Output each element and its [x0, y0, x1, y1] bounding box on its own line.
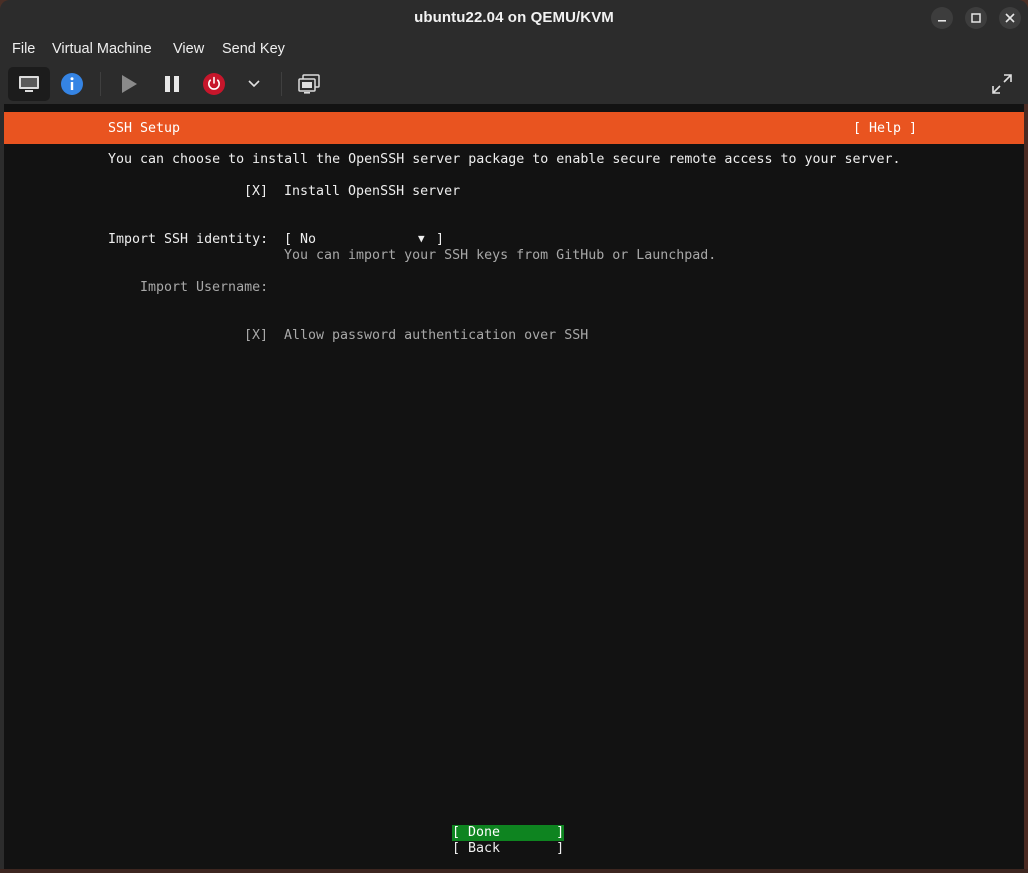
- console-view-button[interactable]: [8, 67, 50, 101]
- maximize-icon: [971, 13, 981, 23]
- intro-text: You can choose to install the OpenSSH se…: [108, 152, 901, 167]
- shutdown-button[interactable]: [201, 67, 227, 101]
- desktop-background: [0, 869, 1028, 873]
- vm-window: ubuntu22.04 on QEMU/KVM File Virtual Mac…: [0, 0, 1028, 873]
- menu-virtual-machine[interactable]: Virtual Machine: [52, 41, 152, 57]
- password-auth-checkbox[interactable]: [X]: [244, 328, 268, 344]
- info-icon: [61, 73, 83, 95]
- desktop-background: [1024, 104, 1028, 873]
- power-icon: [203, 73, 225, 95]
- help-button[interactable]: [ Help ]: [853, 121, 917, 137]
- toolbar-separator: [100, 72, 101, 96]
- toolbar: [0, 64, 1028, 104]
- run-button[interactable]: [117, 67, 141, 101]
- close-button[interactable]: [999, 7, 1021, 29]
- chevron-down-icon: [248, 80, 260, 88]
- play-icon: [122, 75, 137, 93]
- menu-send-key[interactable]: Send Key: [222, 41, 285, 57]
- pause-icon: [165, 76, 179, 92]
- back-button[interactable]: [ Back ]: [452, 841, 564, 857]
- minimize-button[interactable]: [931, 7, 953, 29]
- menu-view[interactable]: View: [173, 41, 204, 57]
- snapshots-button[interactable]: [295, 67, 323, 101]
- import-username-label: Import Username:: [140, 280, 269, 295]
- window-title: ubuntu22.04 on QEMU/KVM: [414, 9, 614, 26]
- shutdown-menu-button[interactable]: [244, 67, 264, 101]
- import-identity-hint: You can import your SSH keys from GitHub…: [284, 248, 717, 263]
- password-auth-label: Allow password authentication over SSH: [284, 328, 589, 343]
- close-icon: [1005, 13, 1015, 23]
- vm-console[interactable]: SSH Setup [ Help ] You can choose to ins…: [4, 104, 1024, 869]
- import-identity-label: Import SSH identity:: [108, 232, 269, 247]
- header-title: SSH Setup: [108, 121, 181, 136]
- title-bar[interactable]: ubuntu22.04 on QEMU/KVM: [0, 0, 1028, 36]
- fullscreen-icon: [992, 74, 1012, 94]
- import-identity-value: No: [300, 232, 317, 247]
- pause-button[interactable]: [160, 67, 184, 101]
- dropdown-arrow-icon: ▼: [418, 232, 425, 245]
- minimize-icon: [938, 20, 946, 22]
- installer-header: SSH Setup [ Help ]: [4, 112, 1024, 144]
- done-button[interactable]: [ Done ]: [452, 825, 564, 841]
- select-bracket-open: [: [284, 232, 293, 247]
- monitor-icon: [19, 76, 39, 92]
- details-button[interactable]: [59, 67, 85, 101]
- maximize-button[interactable]: [965, 7, 987, 29]
- menu-file[interactable]: File: [12, 41, 35, 57]
- toolbar-separator: [281, 72, 282, 96]
- select-bracket-close: ]: [436, 232, 445, 247]
- install-openssh-checkbox[interactable]: [X]: [244, 184, 268, 200]
- screenshot-icon: [298, 74, 320, 94]
- install-openssh-label: Install OpenSSH server: [284, 184, 461, 199]
- menu-bar: File Virtual Machine View Send Key: [0, 36, 1028, 64]
- fullscreen-button[interactable]: [988, 67, 1016, 101]
